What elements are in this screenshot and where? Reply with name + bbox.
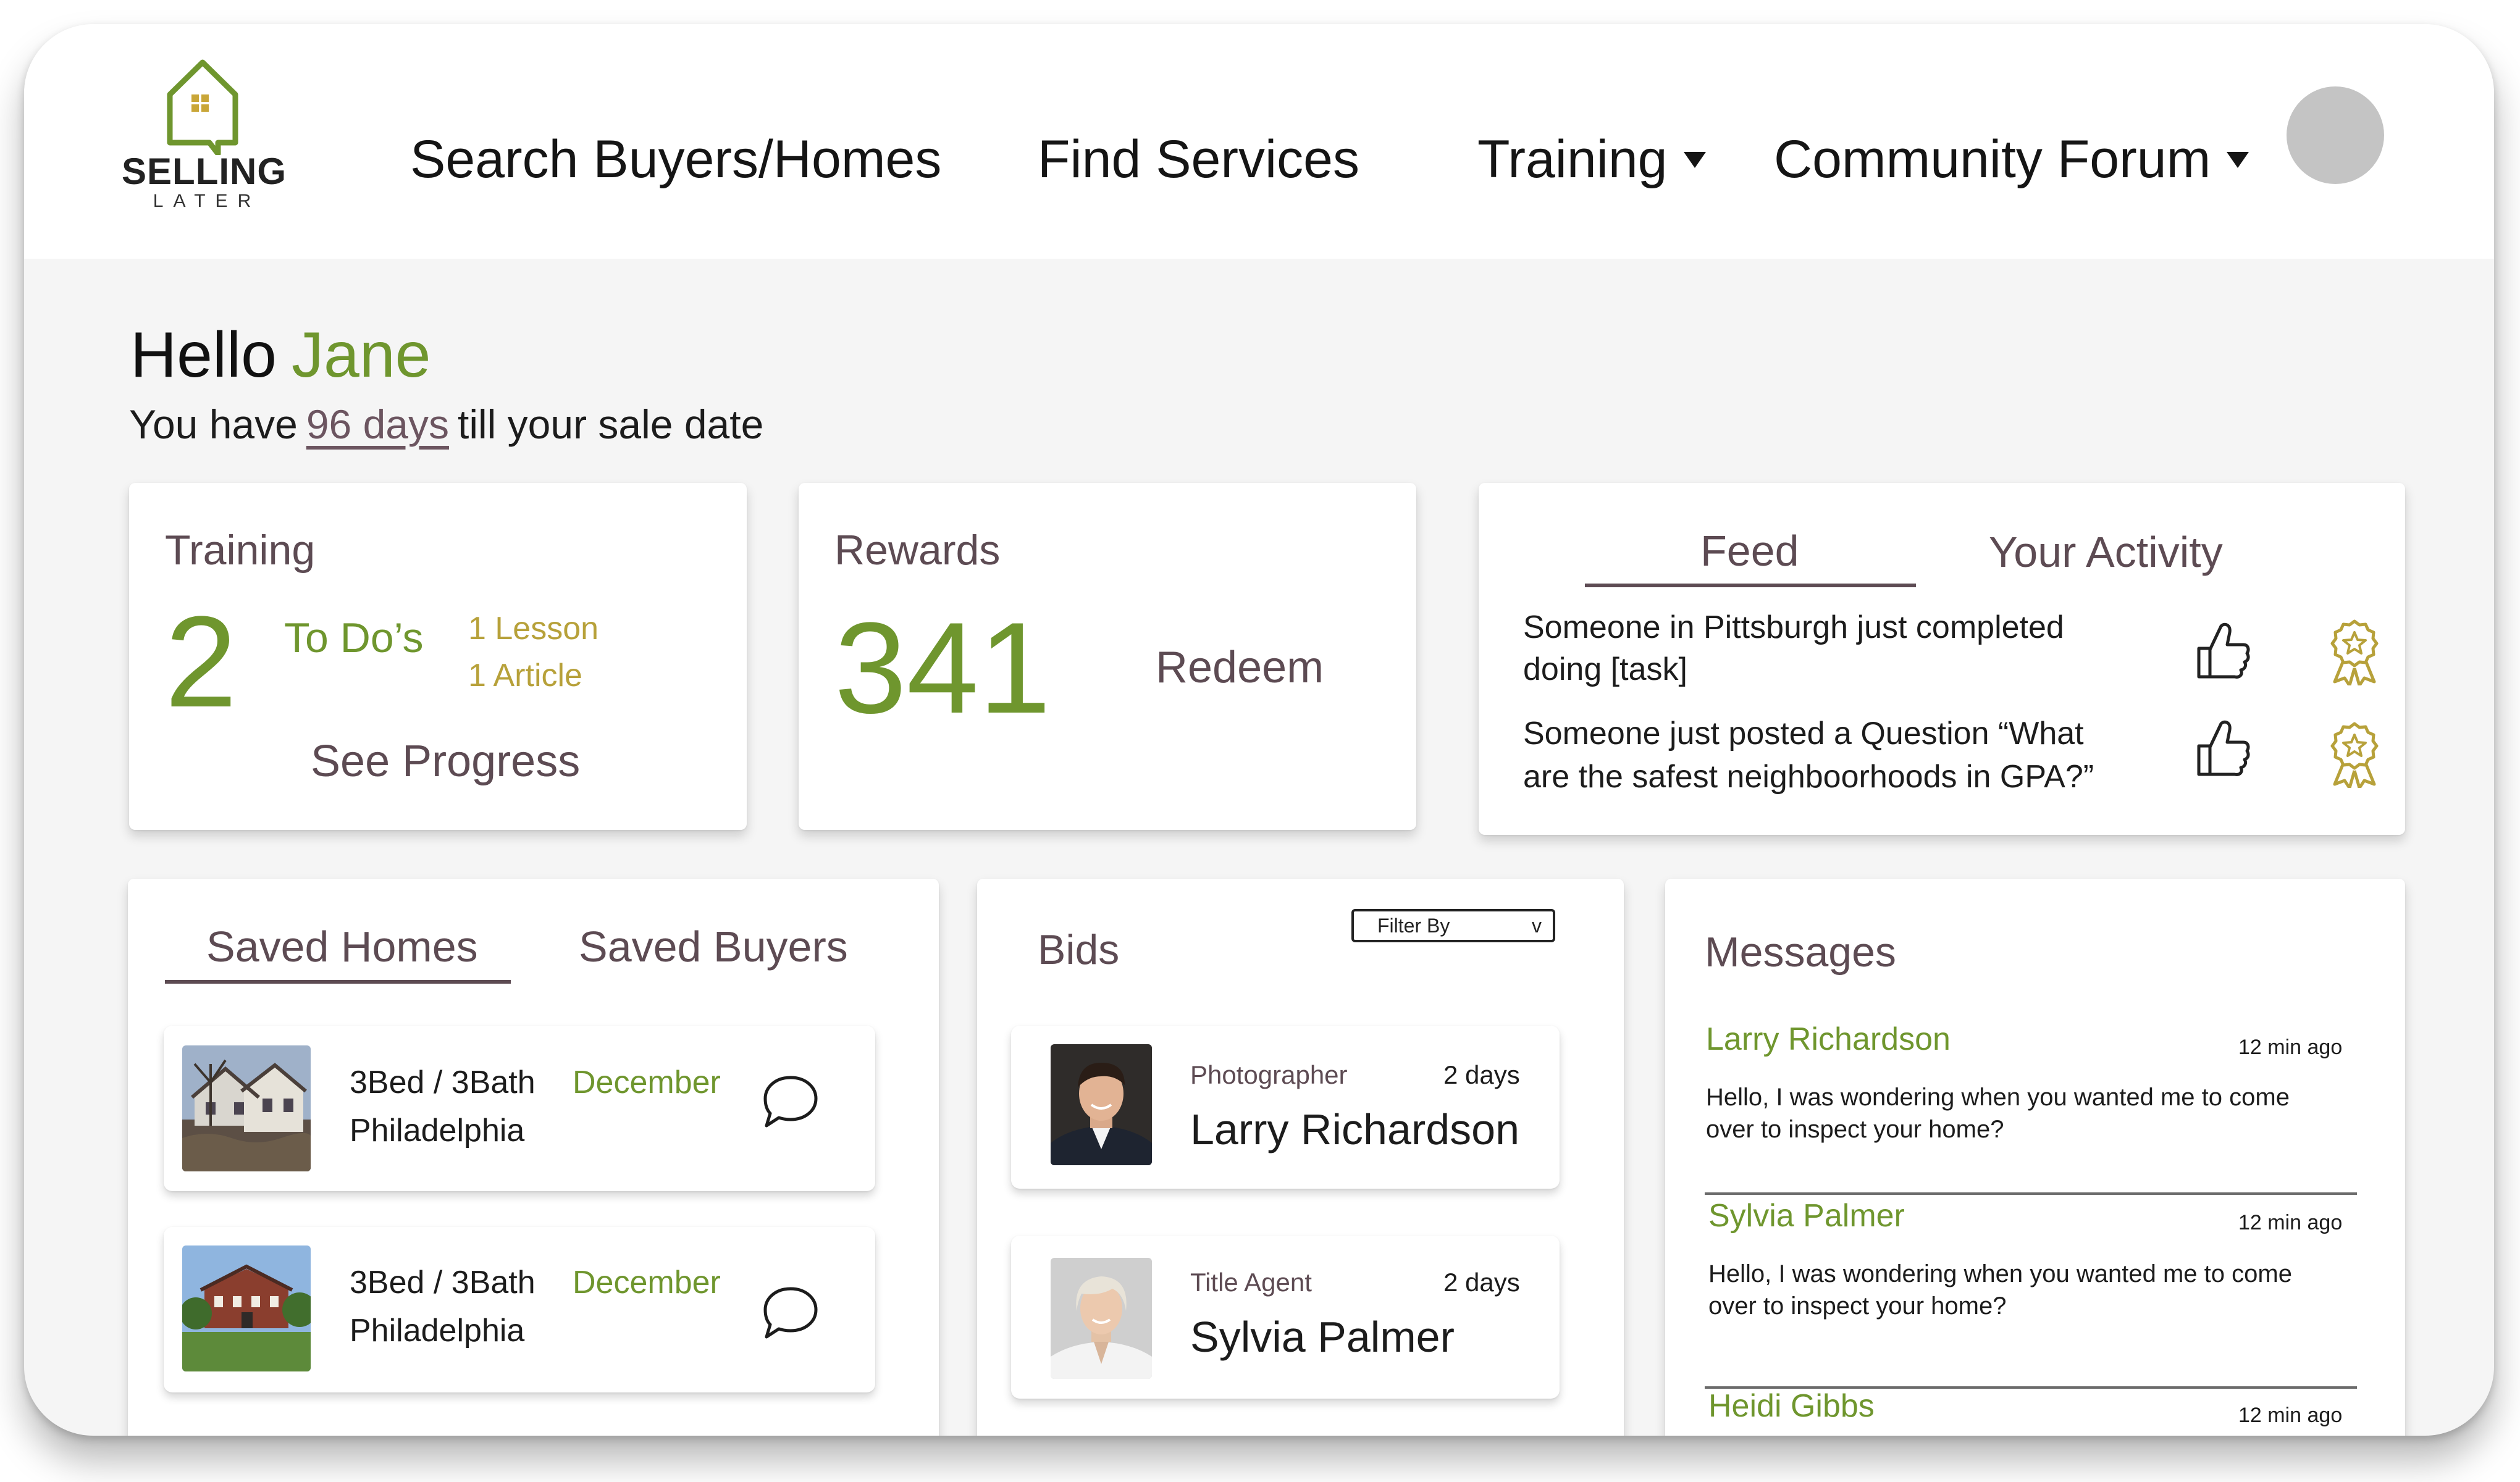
message-preview-line2: over to inspect your home?	[1706, 1116, 2004, 1143]
home-photo	[182, 1245, 311, 1371]
award-badge-icon[interactable]	[2326, 619, 2383, 685]
message-preview-line1: Hello, I was wondering when you wanted m…	[1708, 1260, 2292, 1287]
messages-card-title: Messages	[1705, 929, 1896, 976]
bid-row[interactable]: Title Agent 2 days Sylvia Palmer	[1011, 1236, 1560, 1399]
tab-feed-underline	[1585, 584, 1916, 587]
message-sender: Sylvia Palmer	[1708, 1198, 1905, 1234]
bidder-role: Title Agent	[1190, 1268, 1312, 1297]
award-badge-icon[interactable]	[2326, 721, 2383, 788]
see-progress-link[interactable]: See Progress	[311, 736, 580, 787]
feed-item-text-line1: Someone just posted a Question “What	[1523, 716, 2084, 751]
tab-saved-homes-underline	[165, 980, 511, 984]
home-month: December	[573, 1265, 721, 1300]
message-time: 12 min ago	[2238, 1036, 2343, 1059]
home-city: Philadelphia	[350, 1113, 525, 1149]
rewards-points: 341	[834, 595, 1051, 740]
message-preview-line1: Hello, I was wondering when you wanted m…	[1706, 1084, 2290, 1111]
bid-time: 2 days	[1443, 1060, 1520, 1089]
feed-item-text-line2: doing [task]	[1523, 651, 1687, 687]
greeting-heading: Hello Jane	[130, 319, 431, 392]
logo-tagline: LATER	[153, 191, 261, 211]
nav-search-buyers-homes[interactable]: Search Buyers/Homes	[410, 129, 941, 190]
feed-card: Feed Your Activity Someone in Pittsburgh…	[1479, 483, 2405, 835]
nav-training-label: Training	[1477, 130, 1668, 189]
bids-card-title: Bids	[1038, 926, 1120, 973]
tab-your-activity[interactable]: Your Activity	[1989, 527, 2223, 577]
filter-label: Filter By	[1377, 914, 1450, 937]
message-divider	[1705, 1192, 2357, 1195]
bidder-name: Sylvia Palmer	[1190, 1313, 1455, 1361]
countdown-suffix: till your sale date	[458, 401, 764, 447]
home-city: Philadelphia	[350, 1313, 525, 1349]
top-navigation-bar: SELLING LATER Search Buyers/Homes Find S…	[24, 24, 2494, 259]
thumbs-up-icon[interactable]	[2195, 719, 2251, 778]
training-todo-count: 2	[165, 589, 237, 734]
messages-card: Messages Larry Richardson 12 min ago Hel…	[1665, 879, 2405, 1436]
bid-row[interactable]: Photographer 2 days Larry Richardson	[1011, 1026, 1560, 1189]
training-card-title: Training	[165, 527, 316, 574]
logo-wordmark: SELLING	[122, 151, 287, 192]
sale-countdown: You have 96 days till your sale date	[129, 401, 763, 448]
tab-saved-homes[interactable]: Saved Homes	[206, 922, 478, 971]
countdown-prefix: You have	[129, 401, 298, 447]
caret-down-icon	[1683, 151, 1706, 168]
home-month: December	[573, 1065, 721, 1100]
bidder-photo	[1051, 1044, 1152, 1165]
bids-filter-dropdown[interactable]: Filter By v	[1351, 909, 1555, 942]
message-sender: Heidi Gibbs	[1708, 1388, 1875, 1424]
filter-caret: v	[1532, 914, 1542, 937]
greeting-user-name: Jane	[292, 319, 431, 391]
thumbs-up-icon[interactable]	[2195, 621, 2251, 680]
bids-card: Bids Photographer 2 days Larry Richardso…	[977, 879, 1624, 1436]
bidder-role: Photographer	[1190, 1060, 1348, 1089]
selling-later-logo[interactable]: SELLING LATER	[122, 56, 287, 235]
chat-bubble-icon[interactable]	[762, 1074, 820, 1131]
house-logo-icon	[167, 59, 238, 155]
feed-item-text-line2: are the safest neighboorhoods in GPA?”	[1523, 759, 2094, 795]
redeem-button[interactable]: Redeem	[1156, 642, 1324, 693]
home-beds-baths: 3Bed / 3Bath	[350, 1265, 536, 1300]
rewards-card: Rewards 341 Redeem	[799, 483, 1416, 830]
chat-bubble-icon[interactable]	[762, 1285, 820, 1342]
message-time: 12 min ago	[2238, 1211, 2343, 1234]
saved-home-row[interactable]: 3Bed / 3Bath Philadelphia December	[164, 1026, 875, 1191]
tab-saved-buyers[interactable]: Saved Buyers	[579, 922, 848, 971]
rewards-card-title: Rewards	[834, 527, 1001, 574]
nav-community-forum-dropdown[interactable]: Community Forum	[1774, 129, 2249, 190]
saved-homes-card: Saved Homes Saved Buyers 3Bed / 3Bath Ph…	[128, 879, 939, 1436]
user-avatar[interactable]	[2287, 86, 2384, 184]
message-sender: Larry Richardson	[1706, 1021, 1951, 1057]
countdown-days-link[interactable]: 96 days	[306, 401, 449, 447]
home-photo	[182, 1045, 311, 1171]
nav-training-dropdown[interactable]: Training	[1477, 129, 1706, 190]
saved-home-row[interactable]: 3Bed / 3Bath Philadelphia December	[164, 1227, 875, 1392]
nav-search-label: Search Buyers/Homes	[410, 130, 942, 189]
nav-forum-label: Community Forum	[1774, 130, 2211, 189]
training-lesson-count: 1 Lesson	[468, 611, 599, 647]
bid-time: 2 days	[1443, 1268, 1520, 1297]
training-article-count: 1 Article	[468, 658, 582, 693]
tab-feed[interactable]: Feed	[1700, 526, 1799, 576]
greeting-hello: Hello	[130, 319, 277, 391]
home-beds-baths: 3Bed / 3Bath	[350, 1065, 536, 1100]
nav-services-label: Find Services	[1038, 130, 1359, 189]
caret-down-icon	[2227, 151, 2249, 168]
training-todos-label: To Do’s	[284, 614, 424, 661]
training-card: Training 2 To Do’s 1 Lesson 1 Article Se…	[129, 483, 747, 830]
app-frame: SELLING LATER Search Buyers/Homes Find S…	[24, 24, 2494, 1436]
nav-find-services[interactable]: Find Services	[1038, 129, 1359, 190]
bidder-name: Larry Richardson	[1190, 1105, 1519, 1153]
message-time: 12 min ago	[2238, 1404, 2343, 1427]
bidder-photo	[1051, 1258, 1152, 1379]
feed-item-text-line1: Someone in Pittsburgh just completed	[1523, 609, 2064, 645]
message-preview-line2: over to inspect your home?	[1708, 1292, 2007, 1320]
